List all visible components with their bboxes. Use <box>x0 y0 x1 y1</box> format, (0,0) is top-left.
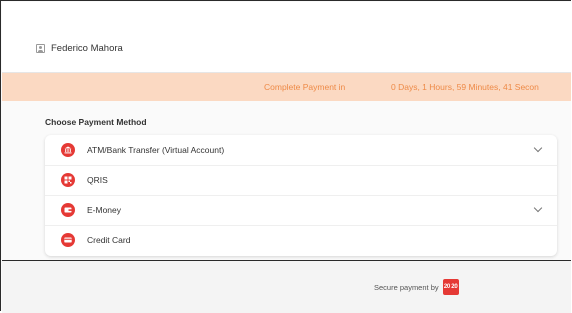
countdown-timer: 0 Days, 1 Hours, 59 Minutes, 41 Secon <box>391 82 539 92</box>
payment-provider-logo: 20 20 <box>442 279 459 295</box>
section-title: Choose Payment Method <box>45 117 147 127</box>
user-info: Federico Mahora <box>36 43 123 54</box>
countdown-bar: Complete Payment in 0 Days, 1 Hours, 59 … <box>2 73 571 101</box>
secure-payment-label: Secure payment by <box>374 282 439 292</box>
countdown-label: Complete Payment in <box>264 82 346 92</box>
payment-method-credit-card[interactable]: Credit Card <box>45 225 557 255</box>
payment-method-label: ATM/Bank Transfer (Virtual Account) <box>87 145 225 155</box>
payment-method-list: ATM/Bank Transfer (Virtual Account) QRIS… <box>45 135 557 256</box>
payment-page: Federico Mahora Complete Payment in 0 Da… <box>0 0 571 313</box>
credit-card-icon <box>61 233 75 247</box>
secure-payment: Secure payment by 20 20 <box>374 279 459 295</box>
user-icon <box>36 44 45 53</box>
qr-code-icon <box>61 173 75 187</box>
wallet-icon <box>61 203 75 217</box>
payment-method-emoney[interactable]: E-Money <box>45 195 557 226</box>
footer: Secure payment by 20 20 <box>2 260 571 313</box>
payment-method-label: QRIS <box>87 175 108 185</box>
chevron-down-icon[interactable] <box>533 203 543 213</box>
bank-icon <box>61 143 75 157</box>
payment-method-bank-transfer[interactable]: ATM/Bank Transfer (Virtual Account) <box>45 135 557 166</box>
user-name: Federico Mahora <box>51 43 123 54</box>
header: Federico Mahora <box>2 2 571 73</box>
chevron-down-icon[interactable] <box>533 143 543 153</box>
payment-method-qris[interactable]: QRIS <box>45 165 557 196</box>
payment-method-label: E-Money <box>87 205 122 215</box>
payment-method-label: Credit Card <box>87 235 131 245</box>
